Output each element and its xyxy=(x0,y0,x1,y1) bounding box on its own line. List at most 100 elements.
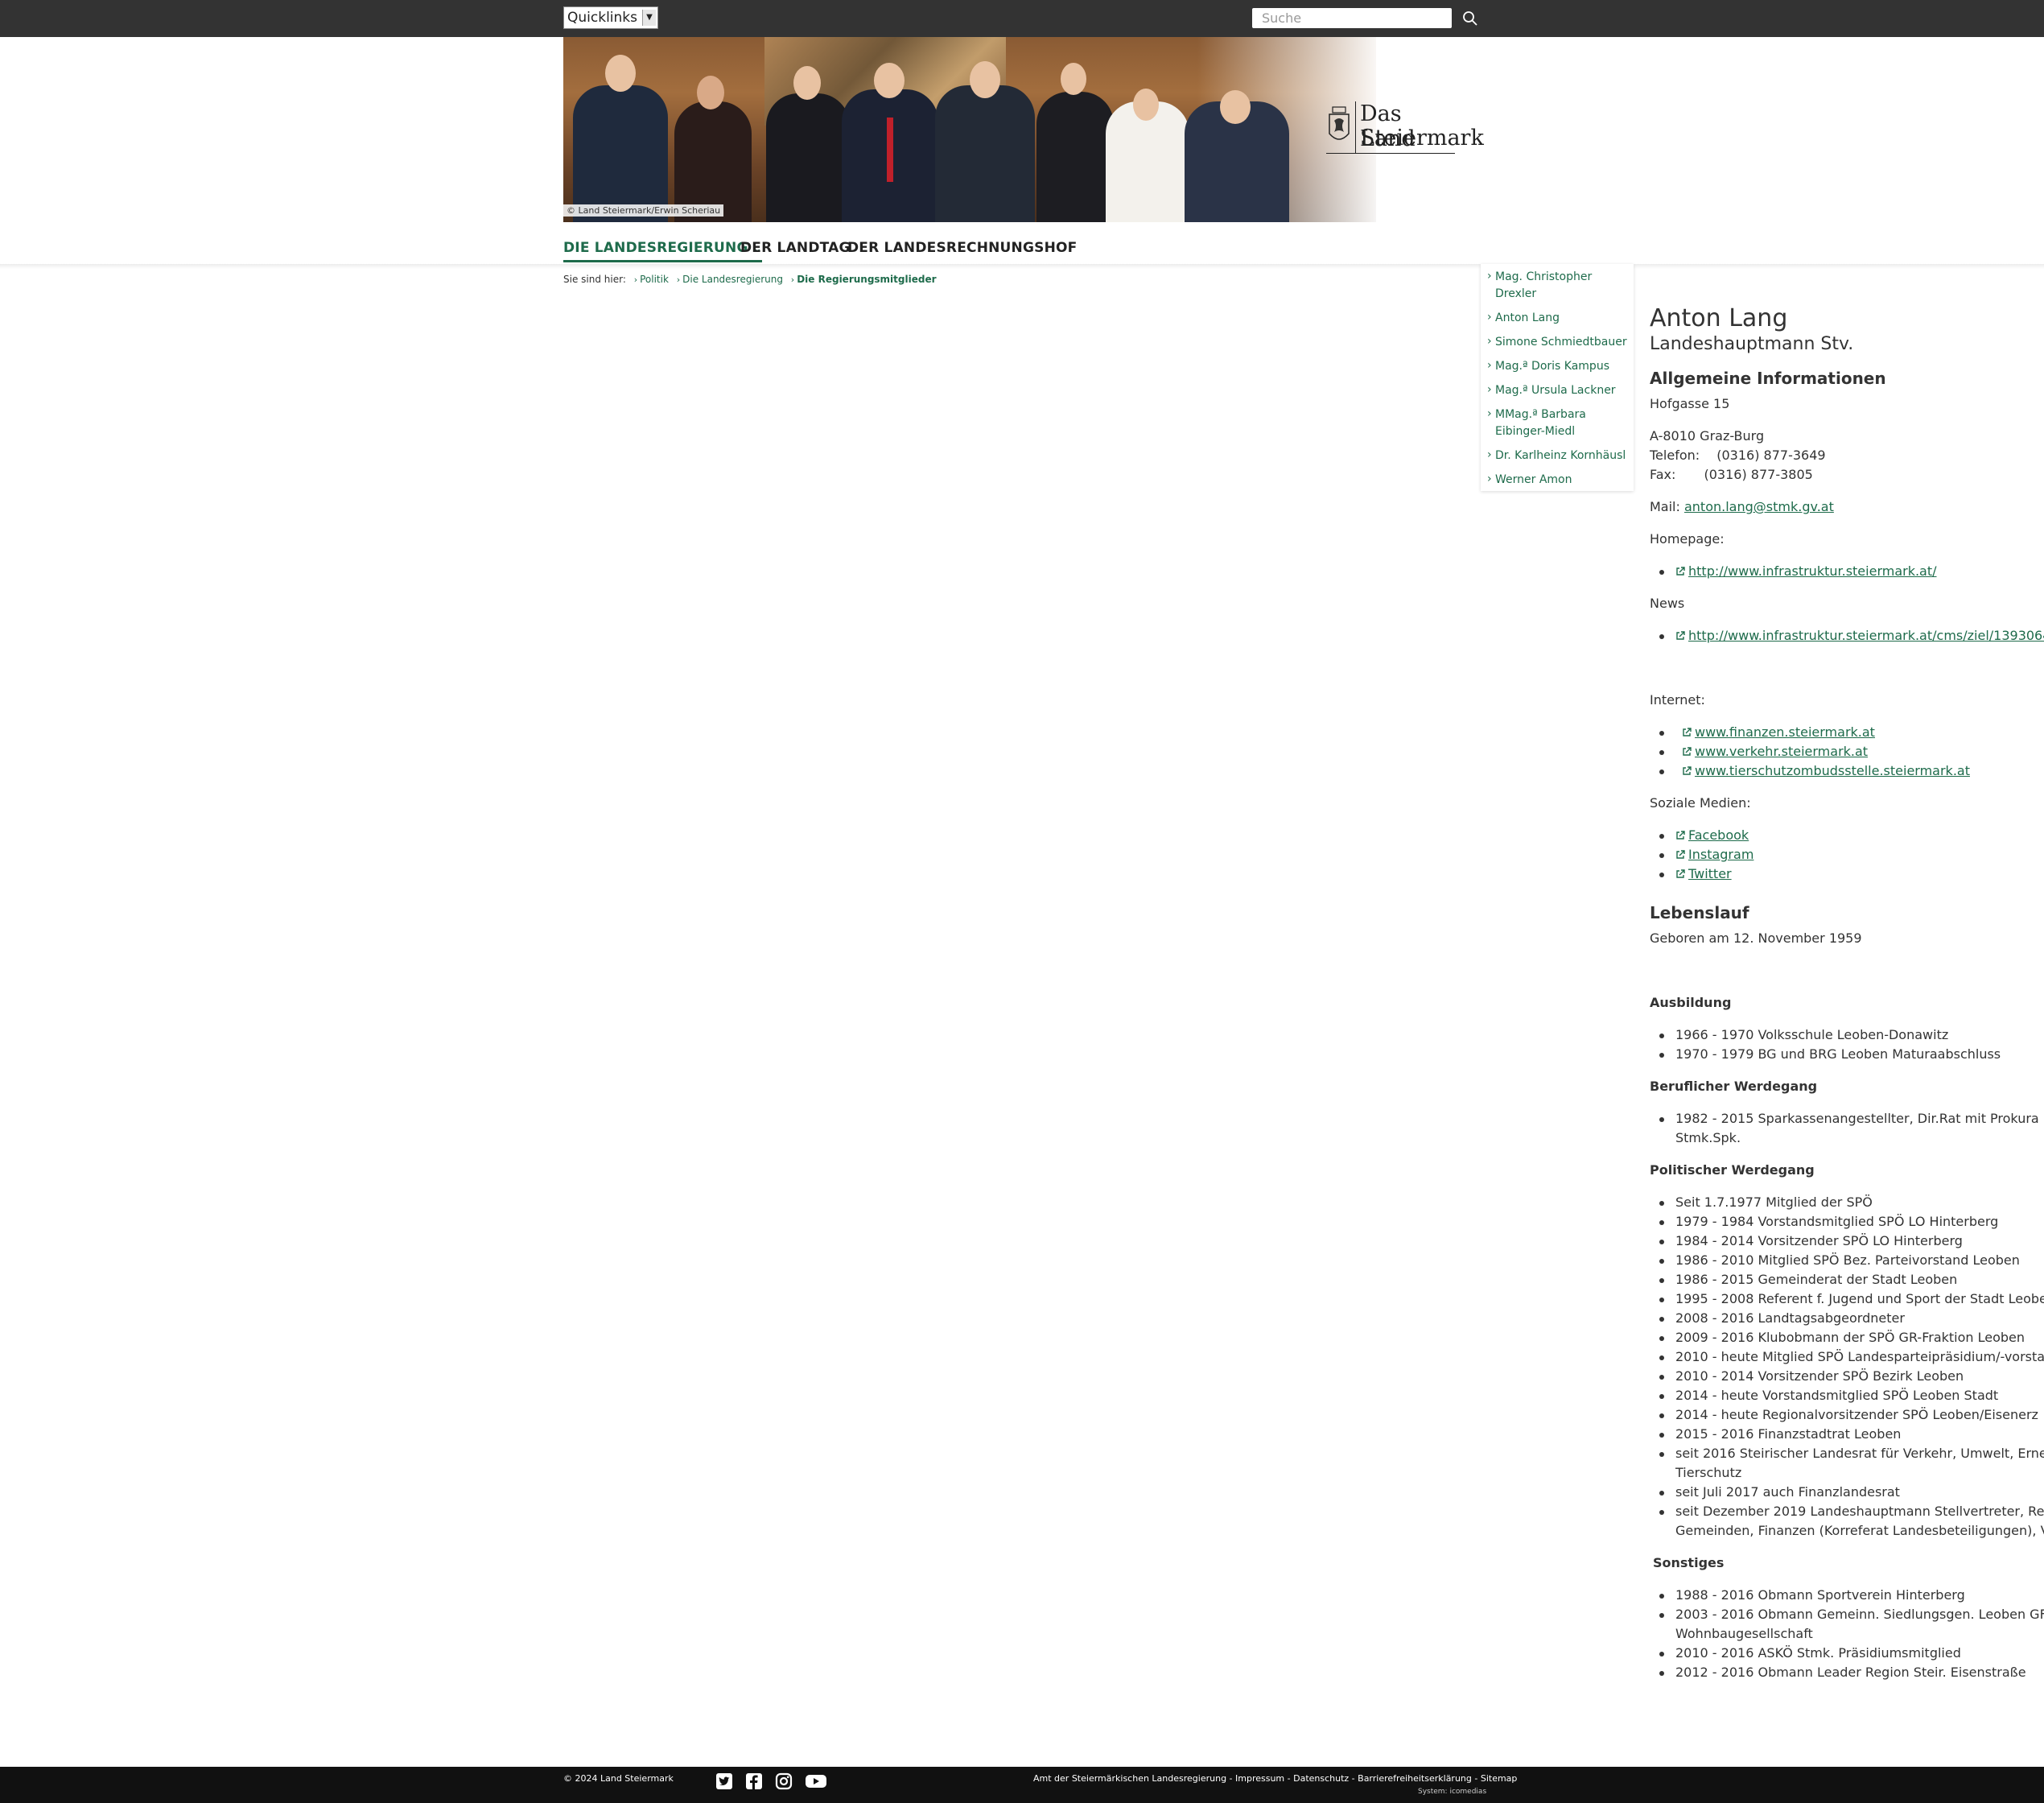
phone-label: Telefon: xyxy=(1650,448,1700,463)
breadcrumb-prefix: Sie sind hier: xyxy=(563,274,626,285)
address-street: Hofgasse 15 xyxy=(1650,396,1730,411)
homepage-link[interactable]: http://www.infrastruktur.steiermark.at/ xyxy=(1688,563,1937,579)
list-item: Seit 1.7.1977 Mitglied der SPÖ xyxy=(1675,1194,1873,1210)
list-item: 1979 - 1984 Vorstandsmitglied SPÖ LO Hin… xyxy=(1675,1214,1999,1229)
header-banner-image xyxy=(563,37,1376,222)
breadcrumb: Sie sind hier: › Politik › Die Landesregie… xyxy=(563,274,937,285)
sidebar-item-amon[interactable]: Werner Amon xyxy=(1487,471,1628,489)
list-item: 2003 - 2016 Obmann Gemeinn. Siedlungsgen… xyxy=(1675,1607,2044,1622)
social-link-item: Instagram xyxy=(1675,847,1753,862)
external-link-icon xyxy=(1676,831,1685,840)
external-link-icon xyxy=(1683,728,1692,736)
phone-value: (0316) 877-3649 xyxy=(1716,448,1826,463)
government-group-photo xyxy=(563,37,1376,222)
top-bar: Quicklinks ▼ Suche xyxy=(0,0,2044,37)
sidebar-item-kampus[interactable]: Mag.ª Doris Kampus xyxy=(1487,357,1628,375)
member-role: Landeshauptmann Stv. xyxy=(1650,334,1854,354)
homepage-link-item: http://www.infrastruktur.steiermark.at/ xyxy=(1675,563,1937,579)
general-info-heading: Allgemeine Informationen xyxy=(1650,369,1886,388)
quicklinks-label: Quicklinks xyxy=(567,10,637,26)
external-link-icon xyxy=(1683,747,1692,756)
youtube-icon[interactable] xyxy=(805,1772,827,1791)
instagram-icon[interactable] xyxy=(774,1772,793,1791)
breadcrumb-landesregierung[interactable]: Die Landesregierung xyxy=(682,274,783,285)
mail-link[interactable]: anton.lang@stmk.gv.at xyxy=(1684,499,1834,514)
dropdown-arrow-icon: ▼ xyxy=(642,10,656,26)
nav-divider xyxy=(0,264,2044,269)
internet-link-item: www.tierschutzombudsstelle.steiermark.at xyxy=(1682,763,1970,778)
phone-row: Telefon: (0316) 877-3649 xyxy=(1650,448,1826,463)
list-item: 1984 - 2014 Vorsitzender SPÖ LO Hinterbe… xyxy=(1675,1233,1963,1248)
list-item-continuation: Gemeinden, Finanzen (Korreferat Landesbe… xyxy=(1675,1523,2044,1538)
steiermark-crest-icon xyxy=(1329,106,1350,140)
sidebar-item-schmiedtbauer[interactable]: Simone Schmiedtbauer xyxy=(1487,333,1628,351)
list-item: 2010 - heute Mitglied SPÖ Landesparteipr… xyxy=(1675,1349,2044,1364)
news-label: News xyxy=(1650,596,1685,611)
members-sidebar: Mag. Christopher Drexler Anton Lang Simo… xyxy=(1481,264,1634,491)
breadcrumb-politik[interactable]: Politik xyxy=(640,274,669,285)
sidebar-item-lackner[interactable]: Mag.ª Ursula Lackner xyxy=(1487,382,1628,399)
chevron-right-icon: › xyxy=(633,274,638,285)
sidebar-item-lang[interactable]: Anton Lang xyxy=(1487,309,1628,327)
social-link-item: Twitter xyxy=(1675,866,1732,881)
twitter-link[interactable]: Twitter xyxy=(1688,866,1732,881)
sidebar-item-drexler[interactable]: Mag. Christopher Drexler xyxy=(1487,268,1628,303)
nav-item-landtag[interactable]: DER LANDTAG xyxy=(740,240,851,256)
footer-copyright: © 2024 Land Steiermark xyxy=(563,1773,674,1784)
page-title: Anton Lang xyxy=(1650,304,1788,332)
twitter-icon[interactable] xyxy=(715,1772,734,1791)
verkehr-link[interactable]: www.verkehr.steiermark.at xyxy=(1695,744,1868,759)
footer-links[interactable]: Amt der Steiermärkischen Landesregierung… xyxy=(1033,1773,1517,1784)
list-item: 1986 - 2015 Gemeinderat der Stadt Leoben xyxy=(1675,1272,1958,1287)
facebook-icon[interactable] xyxy=(744,1772,764,1791)
list-item-continuation: Tierschutz xyxy=(1675,1465,1742,1480)
cv-heading: Lebenslauf xyxy=(1650,903,1749,922)
tierschutz-link[interactable]: www.tierschutzombudsstelle.steiermark.at xyxy=(1695,763,1970,778)
nav-item-landesregierung[interactable]: DIE LANDESREGIERUNG ⌄ xyxy=(563,240,762,262)
list-item: 2012 - 2016 Obmann Leader Region Steir. … xyxy=(1675,1665,2026,1680)
finanzen-link[interactable]: www.finanzen.steiermark.at xyxy=(1695,724,1875,740)
chevron-right-icon: › xyxy=(790,274,795,285)
list-item: 1995 - 2008 Referent f. Jugend und Sport… xyxy=(1675,1291,2044,1306)
list-item: 1986 - 2010 Mitglied SPÖ Bez. Parteivors… xyxy=(1675,1252,2020,1268)
education-heading: Ausbildung xyxy=(1650,995,1732,1010)
political-heading: Politischer Werdegang xyxy=(1650,1162,1815,1178)
list-item: seit Juli 2017 auch Finanzlandesrat xyxy=(1675,1484,1900,1500)
list-item: 2014 - heute Regionalvorsitzender SPÖ Le… xyxy=(1675,1407,2038,1422)
search-input[interactable]: Suche xyxy=(1252,8,1452,28)
address-city: A-8010 Graz-Burg xyxy=(1650,428,1765,444)
external-link-icon xyxy=(1683,766,1692,775)
land-steiermark-logo[interactable]: Das Land Steiermark xyxy=(1326,100,1484,155)
list-item-continuation: Stmk.Spk. xyxy=(1675,1130,1741,1145)
nav-item-label: DIE LANDESREGIERUNG xyxy=(563,240,748,256)
internet-link-item: www.verkehr.steiermark.at xyxy=(1682,744,1868,759)
list-item: 2008 - 2016 Landtagsabgeordneter xyxy=(1675,1310,1905,1326)
chevron-right-icon: › xyxy=(676,274,681,285)
mail-row: Mail: anton.lang@stmk.gv.at xyxy=(1650,499,1834,514)
instagram-link[interactable]: Instagram xyxy=(1688,847,1753,862)
internet-label: Internet: xyxy=(1650,692,1705,708)
list-item: 2010 - 2014 Vorsitzender SPÖ Bezirk Leob… xyxy=(1675,1368,1964,1384)
other-heading: Sonstiges xyxy=(1653,1555,1725,1570)
fax-value: (0316) 877-3805 xyxy=(1704,467,1813,482)
list-item: 2009 - 2016 Klubobmann der SPÖ GR-Frakti… xyxy=(1675,1330,2025,1345)
quicklinks-select[interactable]: Quicklinks ▼ xyxy=(563,6,658,29)
external-link-icon xyxy=(1676,567,1685,576)
search-icon[interactable] xyxy=(1461,10,1479,27)
logo-text-line2: Steiermark xyxy=(1360,126,1484,151)
nav-item-landesrechnungshof[interactable]: DER LANDESRECHNUNGSHOF xyxy=(847,240,1077,256)
news-link[interactable]: http://www.infrastruktur.steiermark.at/c… xyxy=(1688,628,2044,643)
birth-info: Geboren am 12. November 1959 xyxy=(1650,930,1862,946)
social-link-item: Facebook xyxy=(1675,827,1749,843)
list-item: seit 2016 Steirischer Landesrat für Verk… xyxy=(1675,1446,2044,1461)
fax-label: Fax: xyxy=(1650,467,1676,482)
facebook-link[interactable]: Facebook xyxy=(1688,827,1749,843)
sidebar-item-kornhaeusl[interactable]: Dr. Karlheinz Kornhäusl xyxy=(1487,447,1628,464)
sidebar-item-eibinger-miedl[interactable]: MMag.ª Barbara Eibinger-Miedl xyxy=(1487,406,1628,440)
fax-row: Fax: (0316) 877-3805 xyxy=(1650,467,1813,482)
footer-system: System: icomedias xyxy=(1418,1788,1487,1796)
list-item-continuation: Wohnbaugesellschaft xyxy=(1675,1626,1813,1641)
photo-credit: © Land Steiermark/Erwin Scheriau xyxy=(563,204,724,217)
external-link-icon xyxy=(1676,631,1685,640)
list-item: 2014 - heute Vorstandsmitglied SPÖ Leobe… xyxy=(1675,1388,1999,1403)
